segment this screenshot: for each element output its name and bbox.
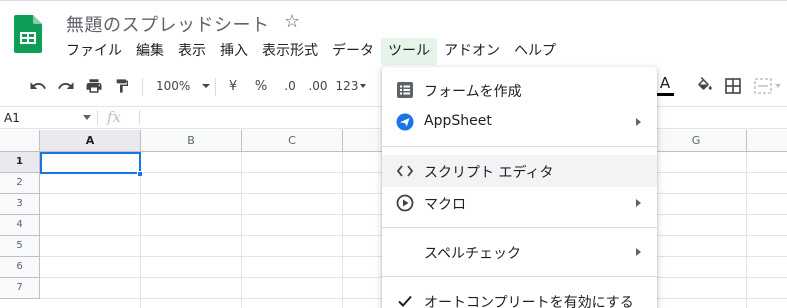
increase-decimal-button[interactable]: .00 [304, 70, 332, 102]
sheets-logo-icon[interactable] [14, 15, 42, 53]
tools-menu-label: フォームを作成 [424, 84, 522, 100]
menu-divider [382, 146, 657, 147]
borders-icon[interactable] [722, 70, 744, 102]
chevron-down-icon [774, 84, 781, 88]
menu-addons[interactable]: アドオン [437, 38, 507, 65]
column-header-c[interactable]: C [242, 130, 343, 152]
text-color-icon: A [659, 74, 671, 92]
chevron-down-icon [360, 84, 367, 88]
menu-format[interactable]: 表示形式 [255, 38, 325, 65]
fill-color-icon[interactable] [694, 70, 716, 102]
row-header-7[interactable]: 7 [0, 278, 40, 299]
tools-menu-item-macros[interactable]: マクロ [382, 187, 657, 219]
tools-menu: フォームを作成 AppSheet スクリプト エディタ マクロ スペルチェック [382, 67, 657, 308]
formula-divider [97, 110, 98, 125]
tools-menu-label: スクリプト エディタ [424, 165, 554, 181]
more-formats-button[interactable]: 123 [334, 70, 368, 102]
more-formats-label: 123 [335, 79, 359, 93]
spreadsheet-app: 無題のスプレッドシート ☆ ファイル 編集 表示 挿入 表示形式 データ ツール… [0, 0, 787, 308]
code-icon [396, 162, 414, 180]
fill-handle[interactable] [137, 171, 143, 177]
star-icon[interactable]: ☆ [284, 11, 300, 32]
tools-menu-label: スペルチェック [424, 246, 522, 262]
column-header-partial[interactable] [747, 130, 787, 152]
menu-divider [382, 276, 657, 277]
tools-menu-label: AppSheet [424, 113, 492, 129]
toolbar-divider [142, 78, 143, 96]
column-header-a[interactable]: A [40, 130, 141, 152]
menu-divider [382, 227, 657, 228]
row-header-1[interactable]: 1 [0, 152, 40, 173]
column-header-g[interactable]: G [646, 130, 747, 152]
tools-menu-item-autocomplete[interactable]: オートコンプリートを有効にする [382, 285, 657, 308]
tools-menu-label: オートコンプリートを有効にする [424, 295, 634, 308]
column-header-b[interactable]: B [141, 130, 242, 152]
menu-edit[interactable]: 編集 [129, 38, 171, 65]
tools-menu-item-spellcheck[interactable]: スペルチェック [382, 236, 657, 268]
toolbar-divider [215, 78, 216, 96]
percent-button[interactable]: % [250, 70, 272, 102]
menu-bar: ファイル 編集 表示 挿入 表示形式 データ ツール アドオン ヘルプ [59, 38, 563, 65]
undo-icon[interactable] [26, 70, 50, 102]
menu-insert[interactable]: 挿入 [213, 38, 255, 65]
select-all-corner[interactable] [0, 130, 40, 152]
menu-tools[interactable]: ツール [381, 38, 437, 65]
active-cell-a1[interactable] [40, 152, 141, 174]
fx-icon: fx [107, 108, 122, 126]
row-header-4[interactable]: 4 [0, 215, 40, 236]
zoom-select[interactable]: 100% [150, 70, 211, 102]
menu-file[interactable]: ファイル [59, 38, 129, 65]
row-header-6[interactable]: 6 [0, 257, 40, 278]
check-icon [396, 292, 414, 308]
tools-menu-item-create-form[interactable]: フォームを作成 [382, 74, 657, 106]
redo-icon[interactable] [54, 70, 78, 102]
name-box[interactable]: A1 [0, 107, 96, 128]
paint-format-icon[interactable] [110, 70, 134, 102]
menu-data[interactable]: データ [325, 38, 381, 65]
tools-menu-item-script-editor[interactable]: スクリプト エディタ [382, 155, 657, 187]
tools-menu-label: マクロ [424, 197, 466, 213]
submenu-arrow-icon [636, 248, 641, 256]
tools-menu-item-appsheet[interactable]: AppSheet [382, 106, 657, 138]
row-header-5[interactable]: 5 [0, 236, 40, 257]
submenu-arrow-icon [636, 199, 641, 207]
chevron-down-icon[interactable] [83, 115, 91, 120]
decrease-decimal-button[interactable]: .0 [278, 70, 302, 102]
form-icon [396, 81, 414, 99]
row-header-3[interactable]: 3 [0, 194, 40, 215]
appsheet-icon [396, 113, 414, 131]
text-color-button[interactable]: A [654, 70, 676, 102]
play-circle-icon [396, 194, 414, 212]
row-header-2[interactable]: 2 [0, 173, 40, 194]
print-icon[interactable] [82, 70, 106, 102]
merge-cells-icon[interactable] [750, 70, 784, 102]
formula-divider [139, 110, 140, 125]
zoom-value: 100% [156, 79, 191, 93]
text-color-swatch [656, 93, 674, 96]
menu-view[interactable]: 表示 [171, 38, 213, 65]
submenu-arrow-icon [636, 118, 641, 126]
currency-button[interactable]: ¥ [222, 70, 244, 102]
chevron-down-icon [202, 84, 211, 88]
top-border [0, 0, 787, 1]
menu-help[interactable]: ヘルプ [507, 38, 563, 65]
document-title[interactable]: 無題のスプレッドシート [66, 11, 270, 37]
